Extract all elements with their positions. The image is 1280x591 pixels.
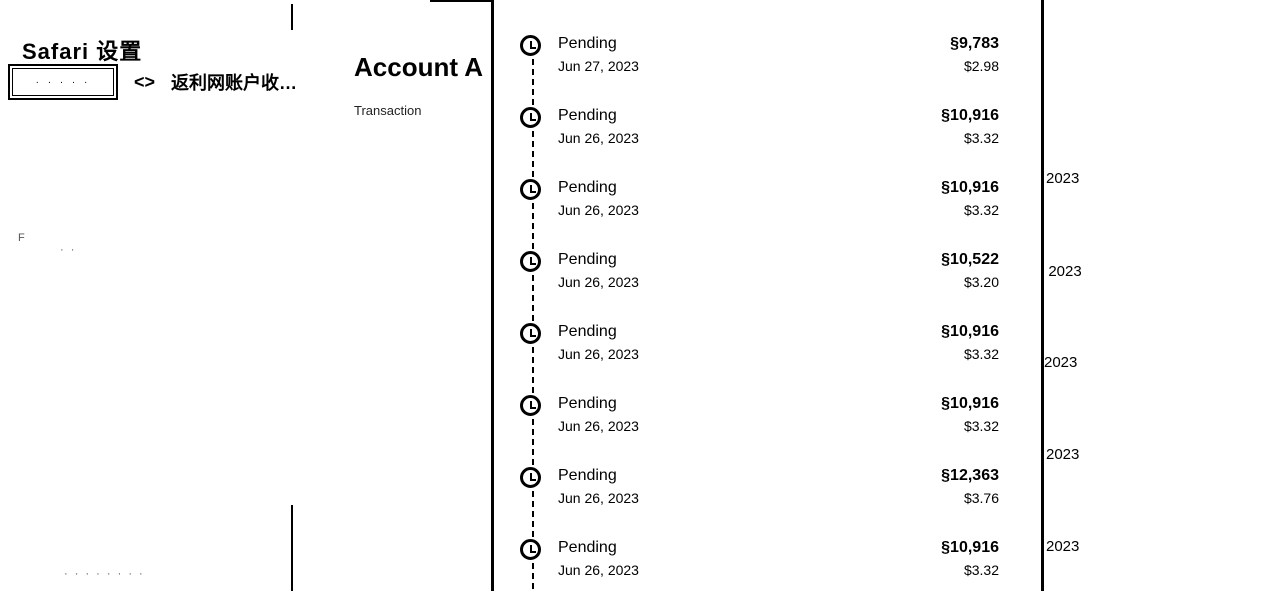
back-box[interactable]: · · · · · [8,64,118,100]
page-subtitle: Transaction [354,103,422,118]
clock-icon [520,251,541,272]
transaction-amount: §9,783 [950,35,999,52]
clock-icon [520,323,541,344]
left-faded-item: F [18,232,27,244]
background-date: 2023 [1046,538,1080,555]
timeline-connector [532,203,534,249]
timeline-connector [532,59,534,105]
clock-icon [520,35,541,56]
transaction-amount: §10,916 [941,323,999,340]
transaction-amount: §10,916 [941,179,999,196]
left-faded-item: · · [60,244,77,256]
transaction-amount: §10,522 [941,251,999,268]
transaction-status: Pending [558,179,617,196]
background-date: , 2023 [1040,263,1082,280]
transaction-date: Jun 26, 2023 [558,418,639,434]
transaction-status: Pending [558,395,617,412]
transaction-fee: $2.98 [963,58,999,74]
panel-divider [291,505,293,591]
back-row[interactable]: · · · · · <> 返利网账户收… [8,64,297,100]
clock-icon [520,179,541,200]
page-title: Account A [354,52,484,82]
transaction-status: Pending [558,251,617,268]
transaction-amount: §10,916 [941,107,999,124]
clock-icon [520,539,541,560]
transaction-amount: §10,916 [941,395,999,412]
transaction-row[interactable]: Pending Jun 26, 2023 §10,916 $3.32 [494,323,1041,395]
transaction-date: Jun 26, 2023 [558,346,639,362]
timeline-connector [532,275,534,321]
background-date: 2023 [1046,170,1080,187]
transaction-amount: §10,916 [941,539,999,556]
transaction-fee: $3.32 [963,346,999,362]
transaction-fee: $3.76 [963,490,999,506]
transaction-row[interactable]: Pending Jun 27, 2023 §9,783 $2.98 [494,35,1041,107]
timeline-connector [532,563,534,591]
transaction-date: Jun 26, 2023 [558,274,639,290]
clock-icon [520,467,541,488]
transaction-status: Pending [558,107,617,124]
clock-icon [520,395,541,416]
transaction-date: Jun 26, 2023 [558,130,639,146]
transaction-date: Jun 26, 2023 [558,562,639,578]
transaction-fee: $3.20 [963,274,999,290]
code-icon: <> [134,71,156,92]
timeline-connector [532,419,534,465]
transaction-fee: $3.32 [963,130,999,146]
transaction-row[interactable]: Pending Jun 26, 2023 §10,916 $3.32 [494,179,1041,251]
transaction-date: Jun 26, 2023 [558,490,639,506]
transaction-row[interactable]: Pending Jun 26, 2023 §10,916 $3.32 [494,539,1041,591]
transaction-amount: §12,363 [941,467,999,484]
transaction-row[interactable]: Pending Jun 26, 2023 §12,363 $3.76 [494,467,1041,539]
transaction-row[interactable]: Pending Jun 26, 2023 §10,916 $3.32 [494,107,1041,179]
panel-divider [291,4,293,30]
transaction-status: Pending [558,539,617,556]
page: Safari 设置 · · · · · <> 返利网账户收… F · · · ·… [0,0,1280,591]
transaction-fee: $3.32 [963,418,999,434]
timeline-connector [532,491,534,537]
transaction-row[interactable]: Pending Jun 26, 2023 §10,522 $3.20 [494,251,1041,323]
left-panel-title: Safari 设置 [22,39,143,64]
transaction-status: Pending [558,467,617,484]
transaction-fee: $3.32 [963,562,999,578]
back-link-text[interactable]: 返利网账户收… [171,69,297,95]
transaction-status: Pending [558,35,617,52]
clock-icon [520,107,541,128]
timeline-connector [532,347,534,393]
timeline-connector [532,131,534,177]
top-divider [430,0,492,2]
background-date: 2023 [1046,446,1080,463]
transaction-row[interactable]: Pending Jun 26, 2023 §10,916 $3.32 [494,395,1041,467]
background-date: 2023 [1044,354,1078,371]
transaction-fee: $3.32 [963,202,999,218]
transactions-modal: Pending Jun 27, 2023 §9,783 $2.98 Pendin… [491,0,1044,591]
transaction-date: Jun 27, 2023 [558,58,639,74]
transaction-status: Pending [558,323,617,340]
left-faded-item: · · · · · · · · [64,568,145,580]
transaction-date: Jun 26, 2023 [558,202,639,218]
